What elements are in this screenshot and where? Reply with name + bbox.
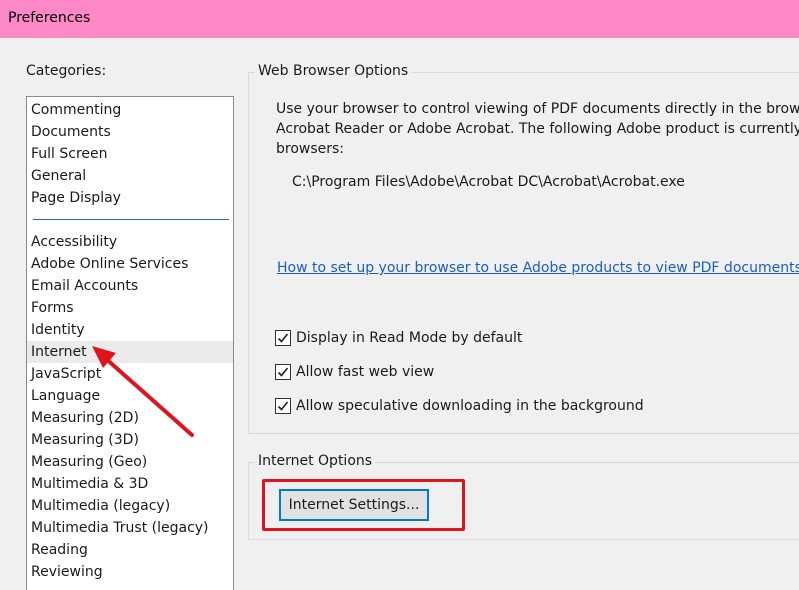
checkmark-icon [277, 367, 289, 377]
description-line-3: browsers: [276, 141, 345, 157]
category-item-identity[interactable]: Identity [27, 319, 233, 341]
category-item-multimedia-3d[interactable]: Multimedia & 3D [27, 473, 233, 495]
speculative-download-checkbox[interactable] [275, 398, 291, 414]
internet-options-legend: Internet Options [255, 453, 376, 469]
category-item-reviewing[interactable]: Reviewing [27, 561, 233, 583]
category-item-email-accounts[interactable]: Email Accounts [27, 275, 233, 297]
fast-web-view-checkbox-row[interactable]: Allow fast web view [275, 362, 434, 382]
category-item-javascript[interactable]: JavaScript [27, 363, 233, 385]
description-line-2: Acrobat Reader or Adobe Acrobat. The fol… [276, 121, 799, 137]
browser-setup-help-link[interactable]: How to set up your browser to use Adobe … [277, 260, 799, 276]
category-item-multimedia-trust[interactable]: Multimedia Trust (legacy) [27, 517, 233, 539]
fast-web-view-label: Allow fast web view [296, 364, 435, 380]
checkmark-icon [277, 333, 289, 343]
category-item-internet[interactable]: Internet [27, 341, 233, 363]
speculative-download-checkbox-row[interactable]: Allow speculative downloading in the bac… [275, 396, 644, 416]
category-item-measuring-geo[interactable]: Measuring (Geo) [27, 451, 233, 473]
categories-label: Categories: [26, 63, 107, 79]
category-item-adobe-online-services[interactable]: Adobe Online Services [27, 253, 233, 275]
internet-settings-button[interactable]: Internet Settings... [279, 489, 429, 521]
category-item-reading[interactable]: Reading [27, 539, 233, 561]
title-bar: Preferences [0, 0, 799, 38]
category-item-documents[interactable]: Documents [27, 121, 233, 143]
category-item-multimedia-legacy[interactable]: Multimedia (legacy) [27, 495, 233, 517]
category-separator [33, 219, 229, 220]
category-item-commenting[interactable]: Commenting [27, 99, 233, 121]
category-item-page-display[interactable]: Page Display [27, 187, 233, 209]
read-mode-checkbox-row[interactable]: Display in Read Mode by default [275, 328, 522, 348]
category-item-accessibility[interactable]: Accessibility [27, 231, 233, 253]
category-item-full-screen[interactable]: Full Screen [27, 143, 233, 165]
product-path: C:\Program Files\Adobe\Acrobat DC\Acroba… [292, 174, 685, 190]
categories-list[interactable]: Commenting Documents Full Screen General… [26, 96, 234, 590]
category-item-general[interactable]: General [27, 165, 233, 187]
speculative-download-label: Allow speculative downloading in the bac… [296, 398, 644, 414]
category-item-forms[interactable]: Forms [27, 297, 233, 319]
web-browser-options-legend: Web Browser Options [255, 63, 412, 79]
checkmark-icon [277, 401, 289, 411]
category-item-language[interactable]: Language [27, 385, 233, 407]
read-mode-label: Display in Read Mode by default [296, 330, 523, 346]
fast-web-view-checkbox[interactable] [275, 364, 291, 380]
category-item-measuring-3d[interactable]: Measuring (3D) [27, 429, 233, 451]
read-mode-checkbox[interactable] [275, 330, 291, 346]
description-line-1: Use your browser to control viewing of P… [276, 101, 799, 117]
category-item-measuring-2d[interactable]: Measuring (2D) [27, 407, 233, 429]
window-title: Preferences [8, 10, 91, 26]
